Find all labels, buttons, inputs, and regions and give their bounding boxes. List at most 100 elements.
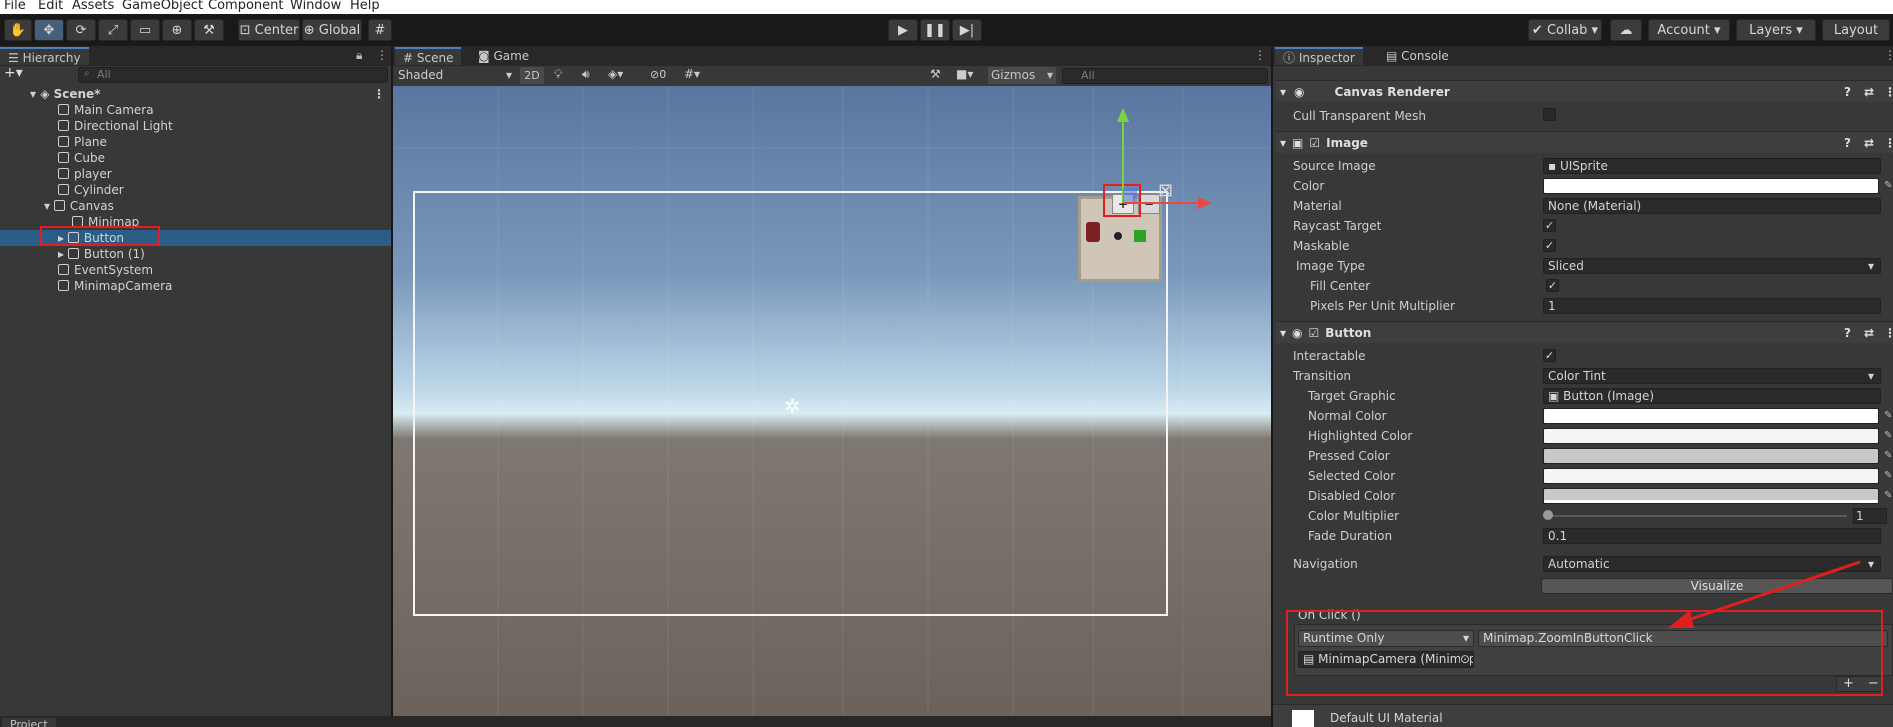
list-item[interactable]: ▾ Canvas [0,198,391,214]
tab-console[interactable]: ▤ Console [1378,47,1457,65]
ppu-field[interactable]: 1 [1543,298,1881,314]
hidden-objects-toggle[interactable]: ⊘0 [650,68,666,81]
layout-dropdown[interactable]: Layout [1822,19,1890,41]
menu-window[interactable]: Window [290,0,341,13]
more-icon[interactable]: ⋮ [1884,81,1893,103]
toggle-2d-button[interactable]: 2D [520,67,544,84]
fill-center-checkbox[interactable]: ✓ [1546,279,1559,292]
scene-search-input[interactable]: All [1062,68,1268,84]
list-item[interactable]: EventSystem [0,262,391,278]
raycast-checkbox[interactable]: ✓ [1543,219,1556,232]
pressed-color-swatch[interactable] [1543,448,1879,464]
tab-inspector[interactable]: ⓘ Inspector [1275,47,1363,65]
transition-dropdown[interactable]: Color Tint ▾ [1543,368,1881,384]
multiplier-slider-handle[interactable] [1543,510,1553,520]
highlighted-color-swatch[interactable] [1543,428,1879,444]
menu-component[interactable]: Component [208,0,283,13]
help-icon[interactable]: ? [1844,81,1851,103]
interactable-checkbox[interactable]: ✓ [1543,349,1556,362]
normal-color-swatch[interactable] [1543,408,1879,424]
tab-hierarchy[interactable]: ☰ Hierarchy [0,47,89,65]
account-dropdown[interactable]: Account ▾ [1648,19,1730,41]
source-image-field[interactable]: ▪ UISprite [1543,158,1881,174]
grid-snap-icon[interactable]: # [368,19,392,41]
button-component-header[interactable]: ▾ ◉ ☑ Button? ⇄ ⋮ [1276,321,1893,343]
tab-project[interactable]: Project [2,718,56,727]
move-gizmo[interactable] [1100,108,1220,218]
list-item[interactable]: Directional Light [0,118,391,134]
multiplier-slider-track[interactable] [1547,515,1847,517]
image-component-header[interactable]: ▾ ▣ ☑ Image? ⇄ ⋮ [1276,131,1893,153]
list-item[interactable]: Plane [0,134,391,150]
gizmos-dropdown[interactable]: Gizmos ▾ [988,67,1056,84]
tab-game[interactable]: ◙ Game [470,47,537,65]
step-button[interactable]: ▶| [952,19,982,41]
pivot-center-button[interactable]: ⊡ Center [238,19,300,41]
rect-tool-icon[interactable]: ▭ [130,19,160,41]
disabled-color-swatch[interactable] [1543,488,1879,504]
scene-root-row[interactable]: ▾ ◈ Scene* ⋮ [0,86,391,102]
image-type-dropdown[interactable]: Sliced ▾ [1543,258,1881,274]
eyedropper-icon[interactable]: ✎ [1884,410,1892,421]
maskable-checkbox[interactable]: ✓ [1543,239,1556,252]
list-item[interactable]: MinimapCamera [0,278,391,294]
help-icon[interactable]: ? [1844,132,1851,154]
menu-file[interactable]: File [4,0,26,13]
settings-icon[interactable]: ⇄ [1864,132,1874,154]
enabled-checkbox[interactable]: ☑ [1309,326,1320,340]
eyedropper-icon[interactable]: ✎ [1884,470,1892,481]
hierarchy-search-input[interactable]: All [78,67,388,83]
list-item[interactable]: player [0,166,391,182]
list-item[interactable]: Main Camera [0,102,391,118]
camera-dropdown-icon[interactable]: ■▾ [956,67,973,81]
eyedropper-icon[interactable]: ✎ [1884,490,1892,501]
help-icon[interactable]: ? [1844,322,1851,344]
scale-tool-icon[interactable]: ⤢ [98,19,128,41]
menu-help[interactable]: Help [350,0,380,13]
collab-dropdown[interactable]: ✔ Collab ▾ [1528,19,1602,41]
cull-checkbox[interactable] [1543,108,1556,121]
canvas-renderer-header[interactable]: ▾ ◉ Canvas Renderer? ⇄ ⋮ [1276,80,1893,102]
hand-tool-icon[interactable]: ✋ [4,19,32,41]
layers-dropdown[interactable]: Layers ▾ [1736,19,1816,41]
menu-edit[interactable]: Edit [38,0,63,13]
eyedropper-icon[interactable]: ✎ [1884,450,1892,461]
multiplier-field[interactable]: 1 [1853,508,1887,524]
list-item[interactable]: ▸ Button (1) [0,246,391,262]
lighting-toggle-icon[interactable]: 💡︎ [554,67,562,82]
menu-assets[interactable]: Assets [72,0,114,13]
material-field[interactable]: None (Material) [1543,198,1881,214]
lock-icon[interactable]: ⋮ [1884,48,1893,62]
tools-icon[interactable]: ⚒ [930,67,941,81]
effects-dropdown-icon[interactable]: ◈▾ [608,67,623,81]
eyedropper-icon[interactable]: ✎ [1884,430,1892,441]
scene-more-menu-icon[interactable]: ⋮ [1254,48,1266,62]
audio-toggle-icon[interactable]: 🔊︎ [582,67,590,82]
settings-icon[interactable]: ⇄ [1864,81,1874,103]
move-tool-icon[interactable]: ✥ [34,19,64,41]
list-item[interactable]: Cylinder [0,182,391,198]
menu-gameobject[interactable]: GameObject [122,0,203,13]
list-item[interactable]: Cube [0,150,391,166]
eyedropper-icon[interactable]: ✎ [1884,180,1892,191]
scene-more-icon[interactable]: ⋮ [373,86,385,102]
more-icon[interactable]: ⋮ [1884,132,1893,154]
play-button[interactable]: ▶ [888,19,918,41]
custom-tool-icon[interactable]: ⚒ [194,19,224,41]
transform-tool-icon[interactable]: ⊕ [162,19,192,41]
more-icon[interactable]: ⋮ [1884,322,1893,344]
color-swatch[interactable] [1543,178,1879,194]
more-menu-icon[interactable]: ⋮ [376,48,388,62]
pause-button[interactable]: ❚❚ [920,19,950,41]
global-button[interactable]: ⊕ Global [302,19,362,41]
lock-icon[interactable]: 🔒︎ [356,48,362,63]
target-graphic-field[interactable]: ▣ Button (Image) [1543,388,1881,404]
add-object-button[interactable]: +▾ [4,65,23,81]
cloud-icon[interactable]: ☁ [1610,19,1642,41]
shading-dropdown[interactable]: Shaded ▾ [398,68,512,84]
tab-scene[interactable]: # Scene [395,47,462,65]
grid-toggle-icon[interactable]: #▾ [684,67,700,81]
settings-icon[interactable]: ⇄ [1864,322,1874,344]
selected-color-swatch[interactable] [1543,468,1879,484]
enabled-checkbox[interactable]: ☑ [1309,136,1320,150]
